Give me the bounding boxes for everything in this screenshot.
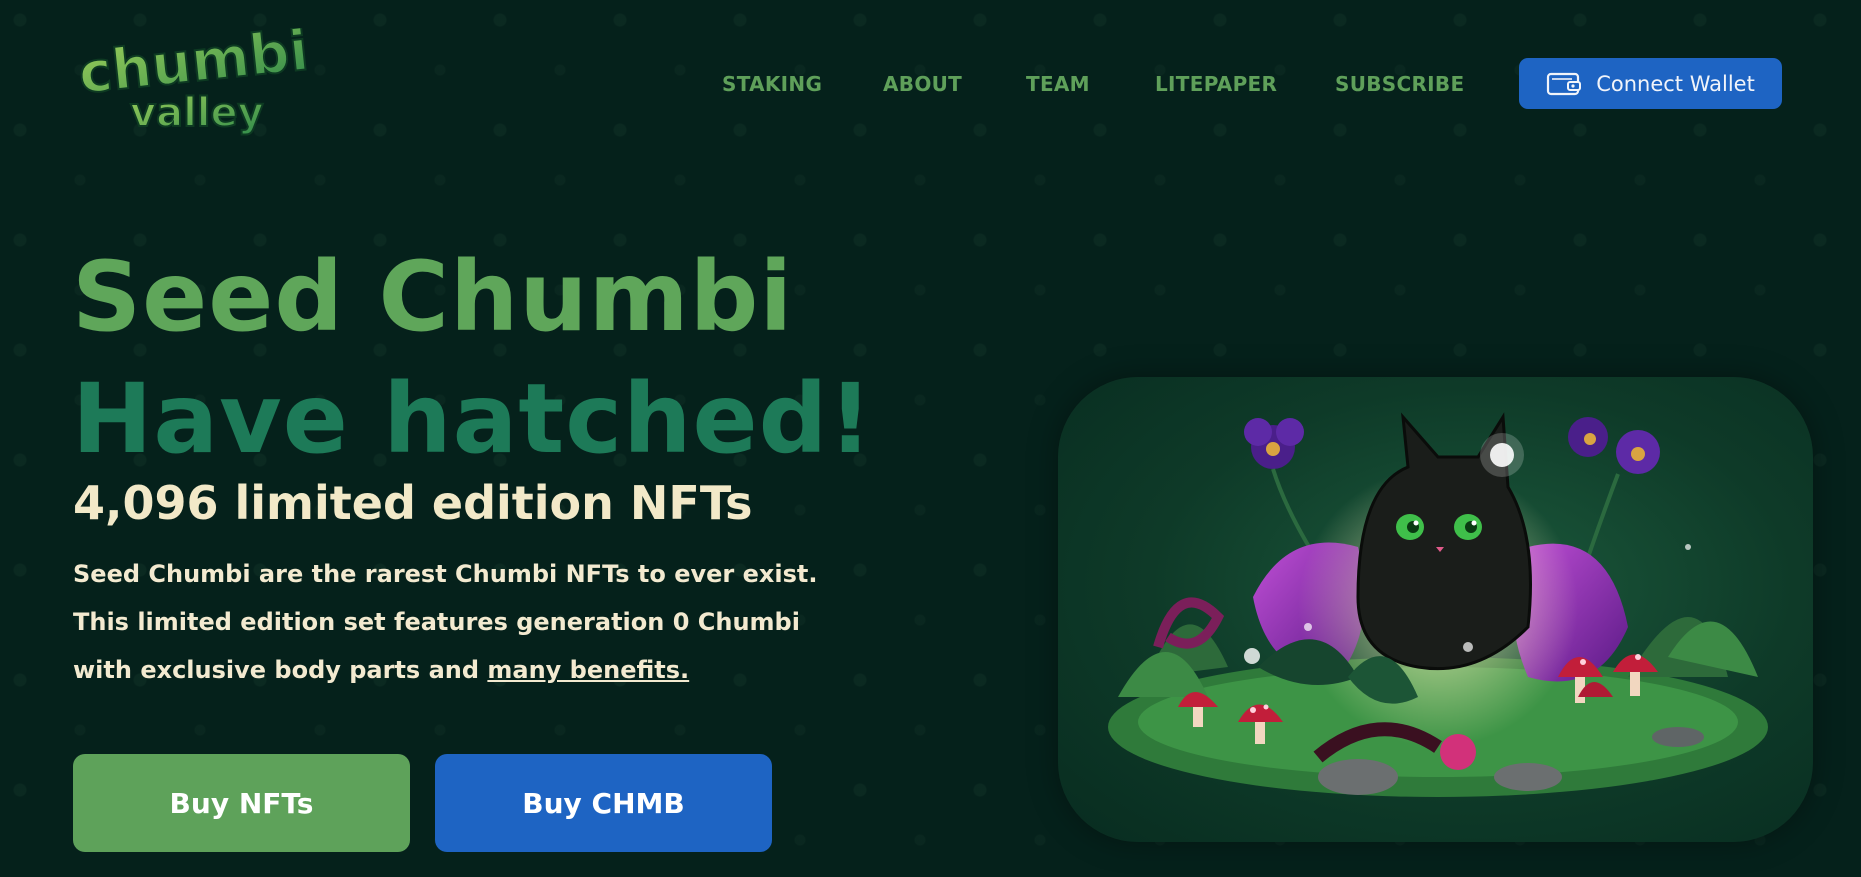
chumbi-valley-logo[interactable]: chumbi valley: [75, 17, 330, 138]
nav-team[interactable]: TEAM: [1026, 70, 1090, 98]
buy-nfts-button[interactable]: Buy NFTs: [73, 754, 410, 852]
benefits-link[interactable]: many benefits.: [487, 656, 689, 684]
connect-wallet-label: Connect Wallet: [1596, 71, 1755, 96]
nav-subscribe[interactable]: SUBSCRIBE: [1335, 70, 1464, 98]
hero-illustration-card: [1058, 377, 1813, 842]
wallet-icon: [1546, 71, 1582, 97]
nav-about[interactable]: ABOUT: [883, 70, 962, 98]
nav-litepaper[interactable]: LITEPAPER: [1155, 70, 1277, 98]
hero-title-line2: Have hatched!: [72, 363, 874, 475]
desc-line-1: Seed Chumbi are the rarest Chumbi NFTs t…: [73, 560, 818, 588]
hero-description: Seed Chumbi are the rarest Chumbi NFTs t…: [73, 550, 873, 694]
logo-graphic: chumbi valley: [75, 17, 313, 137]
chumbi-hatching-illustration: [1108, 412, 1768, 797]
landing-page: chumbi valley STAKING ABOUT TEAM LITEPAP…: [0, 0, 1861, 877]
connect-wallet-button[interactable]: Connect Wallet: [1519, 58, 1782, 109]
hero-subtitle: 4,096 limited edition NFTs: [73, 476, 753, 530]
desc-line-3-text: with exclusive body parts and: [73, 656, 488, 684]
nav-staking[interactable]: STAKING: [722, 70, 822, 98]
desc-line-3: with exclusive body parts and many benef…: [73, 646, 873, 694]
logo-text-bottom: valley: [130, 90, 264, 136]
buy-chmb-button[interactable]: Buy CHMB: [435, 754, 772, 852]
desc-line-2: This limited edition set features genera…: [73, 608, 800, 636]
hero-title-line1: Seed Chumbi: [72, 241, 794, 353]
